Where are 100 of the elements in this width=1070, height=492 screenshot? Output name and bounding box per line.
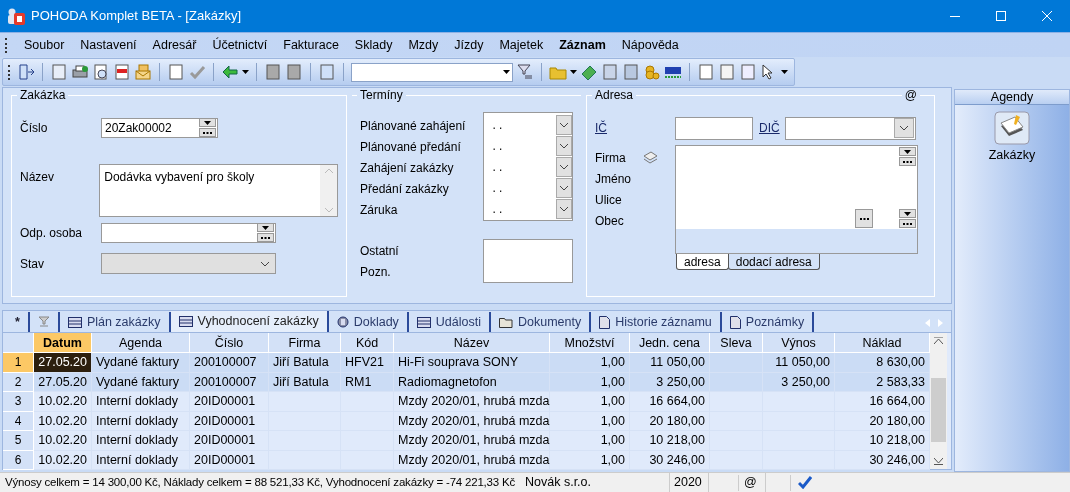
dropdown-button[interactable] xyxy=(556,156,572,177)
more-button[interactable] xyxy=(899,219,916,228)
table-cell: 10.02.20 xyxy=(34,392,92,412)
column-header[interactable]: Kód xyxy=(341,333,394,353)
column-header[interactable]: Výnos xyxy=(763,333,835,353)
checkmark-icon xyxy=(798,476,812,489)
table-row[interactable]: 3 10.02.20 Interní doklady 20ID00001 Mzdy 2020/01, hrubá mzda 1,00 16 664,00 16 664,00 xyxy=(3,392,930,412)
dropdown-button[interactable] xyxy=(556,198,572,219)
menu-item[interactable]: Adresář xyxy=(144,35,205,55)
column-header[interactable]: Jedn. cena xyxy=(630,333,710,353)
caret-down-icon[interactable] xyxy=(781,70,788,74)
sidebar-header: Agendy xyxy=(955,90,1069,105)
detail-tab[interactable]: Vyhodnocení zakázky xyxy=(170,311,329,332)
field-label: Firma xyxy=(595,149,626,167)
caret-down-icon xyxy=(904,211,911,216)
column-header[interactable]: Číslo xyxy=(190,333,269,353)
select-field[interactable] xyxy=(785,116,916,140)
dropdown-button[interactable] xyxy=(556,114,572,135)
sidebar-item[interactable]: Zakázky xyxy=(988,111,1036,165)
menu-item[interactable]: Majetek xyxy=(491,35,552,55)
ic-link[interactable]: IČ xyxy=(595,119,675,137)
field-label: Záruka xyxy=(360,202,399,219)
folder-icon xyxy=(499,316,513,328)
column-header[interactable]: Sleva xyxy=(710,333,763,353)
caret-down-icon[interactable] xyxy=(570,70,577,74)
date-value: . . xyxy=(491,158,504,176)
column-header[interactable]: Náklad xyxy=(835,333,930,353)
chevron-down-icon xyxy=(559,163,569,170)
menu-item[interactable]: Soubor xyxy=(16,35,73,55)
table-row[interactable]: 4 10.02.20 Interní doklady 20ID00001 Mzdy 2020/01, hrubá mzda 1,00 20 180,00 20 180,00 xyxy=(3,411,930,431)
more-button[interactable] xyxy=(855,209,873,228)
column-header[interactable]: Název xyxy=(394,333,550,353)
caret-down-icon[interactable] xyxy=(242,70,249,74)
envelope-icon[interactable] xyxy=(134,63,152,81)
input-field[interactable]: 20Zak00002 xyxy=(101,117,218,138)
table-cell: 30 246,00 xyxy=(630,450,710,470)
row-number: 1 xyxy=(3,353,34,373)
dropdown-button[interactable] xyxy=(199,118,216,127)
date-value: . . xyxy=(491,137,504,155)
scrollbar[interactable] xyxy=(930,333,947,469)
pdf-icon[interactable] xyxy=(113,63,131,81)
dropdown-button[interactable] xyxy=(556,135,572,156)
dots-icon xyxy=(859,217,869,220)
field-label: Odp. osoba xyxy=(20,224,84,242)
menu-item[interactable]: Nastavení xyxy=(72,35,145,55)
input-field[interactable] xyxy=(675,116,753,140)
coins-icon[interactable] xyxy=(643,63,661,81)
new-page-icon[interactable] xyxy=(167,63,185,81)
column-header[interactable]: Agenda xyxy=(92,333,190,353)
menu-item[interactable]: Záznam xyxy=(551,35,614,55)
menu-item[interactable]: Účetnictví xyxy=(204,35,276,55)
table-row[interactable]: 6 10.02.20 Interní doklady 20ID00001 Mzdy 2020/01, hrubá mzda 1,00 30 246,00 30 246,00 xyxy=(3,450,930,470)
column-header[interactable]: Datum xyxy=(34,333,92,353)
menu-item[interactable]: Fakturace xyxy=(275,35,347,55)
table-cell: 1,00 xyxy=(550,450,630,470)
table-cell: 16 664,00 xyxy=(630,392,710,412)
search-combo[interactable] xyxy=(351,62,513,82)
preview-icon[interactable] xyxy=(92,63,110,81)
menu-item[interactable]: Jízdy xyxy=(446,35,492,55)
minimize-icon xyxy=(950,15,960,17)
table-icon xyxy=(67,316,82,328)
caret-down-icon xyxy=(262,225,269,230)
back-arrow-icon[interactable] xyxy=(221,63,239,81)
table-row[interactable]: 2 27.05.20 Vydané faktury 200100007 Jiří Batula RM1 Radiomagnetofon 1,00 3 250,00 3 250,00 2 583,33 xyxy=(3,372,930,392)
table-row[interactable]: 1 27.05.20 Vydané faktury 200100007 Jiří Batula HFV21 Hi-Fi souprava SONY 1,00 11 050,00 11 050,00 8 630,00 xyxy=(3,353,930,373)
menu-item[interactable]: Mzdy xyxy=(400,35,447,55)
more-button[interactable] xyxy=(257,233,274,242)
more-button[interactable] xyxy=(899,157,916,166)
check-icon[interactable] xyxy=(188,63,206,81)
exit-icon[interactable] xyxy=(17,63,35,81)
caret-down-icon xyxy=(503,70,510,74)
dropdown-button[interactable] xyxy=(899,209,916,218)
menu-item[interactable]: Nápověda xyxy=(613,35,687,55)
date-value: . . xyxy=(491,179,504,197)
input-field[interactable] xyxy=(101,222,276,243)
table-row[interactable]: 5 10.02.20 Interní doklady 20ID00001 Mzdy 2020/01, hrubá mzda 1,00 10 218,00 10 218,00 xyxy=(3,431,930,451)
money-icon[interactable] xyxy=(580,63,598,81)
table-cell: 1,00 xyxy=(550,431,630,451)
printer-icon[interactable] xyxy=(71,63,89,81)
table-icon xyxy=(178,316,193,327)
dots-icon xyxy=(203,131,212,134)
notes-field[interactable] xyxy=(483,239,573,283)
field-label: Název xyxy=(20,169,55,186)
filter-icon[interactable] xyxy=(516,63,534,81)
menu-item[interactable]: Sklady xyxy=(346,35,401,55)
dic-link[interactable]: DIČ xyxy=(759,119,785,137)
status-year: 2020 xyxy=(670,473,709,492)
table-cell: 1,00 xyxy=(550,353,630,373)
more-button[interactable] xyxy=(199,128,216,137)
dropdown-button[interactable] xyxy=(257,223,274,232)
dropdown-button[interactable] xyxy=(556,177,572,198)
filter-icon xyxy=(37,316,50,328)
column-header[interactable]: Firma xyxy=(269,333,341,353)
table-cell: 20ID00001 xyxy=(190,392,269,412)
dropdown-button[interactable] xyxy=(899,147,916,156)
table-cell: Interní doklady xyxy=(92,392,190,412)
column-header[interactable]: Množství xyxy=(550,333,630,353)
table-cell xyxy=(710,353,763,373)
address-tab[interactable]: dodací adresa xyxy=(727,254,820,270)
address-tab[interactable]: adresa xyxy=(676,254,729,270)
